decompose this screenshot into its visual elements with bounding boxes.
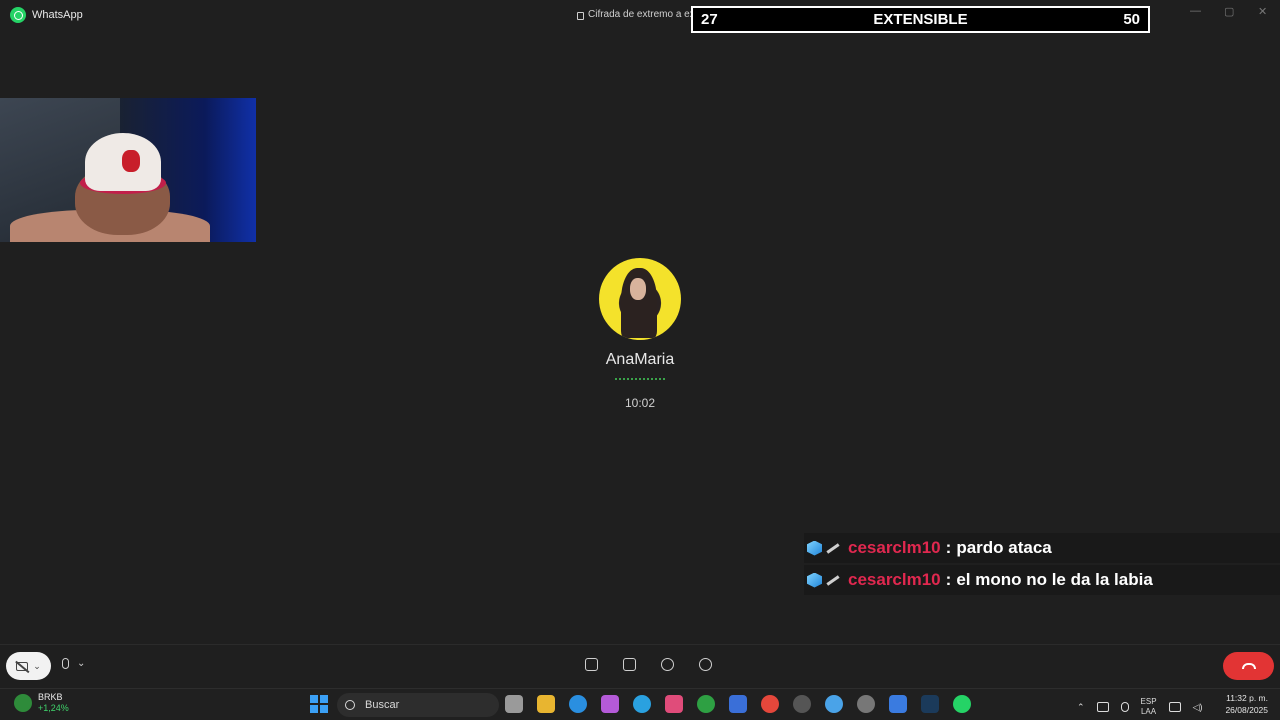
overlay-right-number: 50 — [1123, 11, 1140, 28]
stock-icon — [14, 694, 32, 712]
chrome-profile-icon[interactable] — [825, 695, 843, 713]
chevron-down-icon[interactable]: ⌄ — [77, 658, 85, 669]
store-icon[interactable] — [729, 695, 747, 713]
taskbar-search[interactable]: Buscar — [337, 693, 499, 717]
telegram-icon[interactable] — [633, 695, 651, 713]
keyboard-layout: LAA — [1140, 707, 1157, 716]
volume-icon[interactable]: ◁) — [1193, 702, 1203, 713]
add-person-icon[interactable] — [661, 658, 674, 671]
windows-taskbar: BRKB +1,24% Buscar ⌃ ESP LAA ◁) 11:32 p.… — [0, 688, 1280, 720]
subscriber-badge-icon — [807, 540, 822, 556]
camera-toggle-button[interactable]: ⌄ — [6, 652, 51, 680]
notepad-icon[interactable] — [889, 695, 907, 713]
stock-ticker: BRKB — [38, 692, 63, 702]
end-call-icon — [1241, 663, 1256, 669]
chat-icon[interactable] — [699, 658, 712, 671]
maximize-button[interactable]: ▢ — [1224, 5, 1234, 18]
minimize-button[interactable]: — — [1190, 5, 1201, 17]
chat-text: pardo ataca — [956, 538, 1052, 557]
contact-name: AnaMaria — [605, 351, 675, 368]
language-code: ESP — [1140, 697, 1157, 706]
encryption-notice: Cifrada de extremo a extre — [577, 9, 706, 20]
camera-off-icon — [16, 661, 29, 671]
call-contact: AnaMaria 10:02 — [540, 258, 740, 410]
close-button[interactable]: ✕ — [1258, 5, 1267, 18]
streamer-webcam — [0, 98, 256, 242]
copilot-icon[interactable] — [601, 695, 619, 713]
task-view-icon[interactable] — [505, 695, 523, 713]
clock-date: 26/08/2025 — [1225, 705, 1268, 715]
stock-widget[interactable]: BRKB +1,24% — [14, 692, 69, 714]
call-duration: 10:02 — [624, 396, 656, 410]
chat-message: cesarclm10 : el mono no le da la labia — [804, 565, 1280, 595]
overlay-center-label: EXTENSIBLE — [873, 11, 968, 28]
taskbar-apps — [505, 695, 971, 713]
instagram-icon[interactable] — [665, 695, 683, 713]
cap-logo-icon — [122, 150, 140, 172]
obs-icon[interactable] — [857, 695, 875, 713]
chrome-icon[interactable] — [761, 695, 779, 713]
chevron-down-icon[interactable]: ⌄ — [33, 661, 41, 672]
app-title: WhatsApp — [32, 9, 83, 21]
xbox-icon[interactable] — [697, 695, 715, 713]
edge-icon[interactable] — [569, 695, 587, 713]
overlay-left-number: 27 — [701, 11, 718, 28]
stock-change: +1,24% — [38, 703, 69, 713]
share-screen-icon[interactable] — [623, 658, 636, 671]
whatsapp-call-window: WhatsApp Cifrada de extremo a extre — ▢ … — [0, 0, 1280, 688]
mic-tray-icon[interactable] — [1120, 702, 1129, 712]
end-call-button[interactable] — [1223, 652, 1274, 680]
chat-message: cesarclm10 : pardo ataca — [804, 533, 1280, 563]
file-explorer-icon[interactable] — [537, 695, 555, 713]
whatsapp-logo-icon — [10, 7, 26, 23]
search-placeholder: Buscar — [365, 699, 400, 711]
chat-separator: : — [945, 570, 952, 589]
search-icon — [345, 700, 355, 710]
call-controls: ⌄ ⌄ — [0, 644, 1280, 686]
lock-icon — [577, 11, 584, 20]
whatsapp-icon[interactable] — [953, 695, 971, 713]
windows-start-icon[interactable] — [310, 695, 328, 713]
chevron-up-icon[interactable]: ⌃ — [1077, 702, 1085, 713]
mic-icon — [62, 658, 69, 669]
mic-button[interactable]: ⌄ — [62, 658, 85, 669]
sword-badge-icon — [826, 542, 840, 554]
chat-username: cesarclm10 — [848, 570, 941, 589]
camera-off-tray-icon[interactable] — [1096, 702, 1109, 712]
chat-username: cesarclm10 — [848, 538, 941, 557]
raise-hand-icon[interactable] — [585, 658, 598, 671]
call-status-dots — [615, 378, 665, 380]
sword-badge-icon — [826, 574, 840, 586]
call-action-icons — [585, 658, 712, 671]
chat-separator: : — [945, 538, 952, 557]
system-clock[interactable]: 11:32 p. m. 26/08/2025 — [1216, 692, 1268, 716]
language-indicator[interactable]: ESP LAA — [1141, 697, 1157, 717]
media-player-icon[interactable] — [793, 695, 811, 713]
subscriber-badge-icon — [807, 572, 822, 588]
stream-chat-overlay: cesarclm10 : pardo ataca cesarclm10 : el… — [804, 533, 1280, 597]
clock-time: 11:32 p. m. — [1226, 693, 1268, 703]
stream-score-overlay: 27 EXTENSIBLE 50 — [691, 6, 1150, 33]
contact-avatar — [599, 258, 681, 340]
chat-text: el mono no le da la labia — [956, 570, 1153, 589]
encryption-text: Cifrada de extremo a extre — [588, 9, 707, 20]
steam-icon[interactable] — [921, 695, 939, 713]
system-tray: ⌃ ESP LAA ◁) — [1077, 697, 1202, 717]
network-icon[interactable] — [1168, 702, 1181, 712]
